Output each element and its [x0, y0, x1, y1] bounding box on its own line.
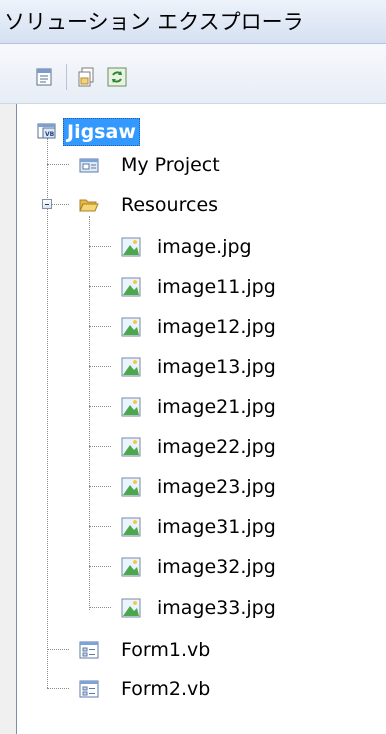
tree-guide-line — [89, 446, 111, 447]
properties-icon — [36, 68, 52, 86]
tree-guide-line — [89, 246, 111, 247]
image-file-icon — [121, 277, 141, 297]
solution-explorer-titlebar: ソリューション エクスプローラ — [0, 0, 386, 44]
solution-explorer-toolbar — [0, 44, 386, 104]
tree-guide-line — [89, 406, 111, 407]
form1-label: Form1.vb — [121, 639, 211, 661]
image-file-icon — [121, 397, 141, 417]
tree-guide-line — [89, 326, 111, 327]
image-file-label: image31.jpg — [157, 516, 276, 538]
image-file-label: image21.jpg — [157, 396, 276, 418]
image-file-label: image22.jpg — [157, 436, 276, 458]
tree-guide-line — [47, 138, 48, 688]
tree-guide-line — [89, 607, 111, 608]
tree-item-image-file[interactable]: image31.jpg — [121, 512, 361, 542]
image-file-label: image11.jpg — [157, 276, 276, 298]
tree-item-image-file[interactable]: image32.jpg — [121, 552, 361, 582]
tree-item-image-file[interactable]: image.jpg — [121, 232, 361, 262]
tree-guide-line — [89, 526, 111, 527]
image-file-icon — [121, 517, 141, 537]
show-all-files-icon — [78, 67, 94, 87]
resources-folder-label: Resources — [121, 194, 219, 216]
image-file-icon — [121, 477, 141, 497]
folder-open-icon — [79, 199, 99, 212]
toolbar-separator — [66, 64, 67, 90]
image-file-icon — [121, 437, 141, 457]
image-file-icon — [121, 598, 141, 618]
left-rail — [0, 104, 16, 734]
tree-item-root-project[interactable]: VB Jigsaw — [37, 116, 237, 146]
tree-item-image-file[interactable]: image11.jpg — [121, 272, 361, 302]
tree-item-image-file[interactable]: image13.jpg — [121, 352, 361, 382]
tree-item-resources-folder[interactable]: Resources — [79, 190, 279, 220]
refresh-icon — [107, 67, 127, 87]
tree-guide-line — [89, 216, 90, 610]
tree-item-image-file[interactable]: image21.jpg — [121, 392, 361, 422]
image-file-label: image12.jpg — [157, 316, 276, 338]
form-icon — [79, 680, 99, 698]
tree-item-image-file[interactable]: image22.jpg — [121, 432, 361, 462]
resources-collapse-toggle[interactable] — [42, 199, 52, 209]
tree-item-image-file[interactable]: image33.jpg — [121, 593, 361, 623]
tree-item-my-project[interactable]: My Project — [79, 150, 279, 180]
my-project-label: My Project — [121, 154, 220, 176]
solution-tree: VB Jigsaw My Project Resources image.jpg — [16, 104, 386, 734]
image-file-label: image13.jpg — [157, 356, 276, 378]
panel-title: ソリューション エクスプローラ — [4, 10, 304, 34]
tree-item-image-file[interactable]: image12.jpg — [121, 312, 361, 342]
tree-item-form2[interactable]: Form2.vb — [79, 674, 299, 704]
image-file-label: image23.jpg — [157, 476, 276, 498]
tree-guide-line — [47, 164, 69, 165]
image-file-icon — [121, 237, 141, 257]
form2-label: Form2.vb — [121, 678, 211, 700]
show-all-files-button[interactable] — [76, 66, 98, 88]
tree-item-image-file[interactable]: image23.jpg — [121, 472, 361, 502]
tree-guide-line — [89, 366, 111, 367]
tree-guide-line — [89, 486, 111, 487]
my-project-icon — [79, 158, 99, 173]
tree-item-form1[interactable]: Form1.vb — [79, 635, 299, 665]
image-file-label: image.jpg — [157, 236, 252, 258]
tree-guide-line — [47, 649, 69, 650]
image-file-label: image32.jpg — [157, 556, 276, 578]
image-file-icon — [121, 317, 141, 337]
tree-guide-line — [47, 688, 69, 689]
root-project-label: Jigsaw — [63, 118, 140, 146]
refresh-button[interactable] — [106, 66, 128, 88]
image-file-icon — [121, 357, 141, 377]
svg-text:VB: VB — [45, 131, 55, 138]
vb-project-icon: VB — [37, 123, 56, 139]
tree-guide-line — [89, 566, 111, 567]
properties-button[interactable] — [34, 66, 56, 88]
tree-guide-line — [89, 286, 111, 287]
image-file-label: image33.jpg — [157, 597, 276, 619]
image-file-icon — [121, 557, 141, 577]
form-icon — [79, 641, 99, 659]
